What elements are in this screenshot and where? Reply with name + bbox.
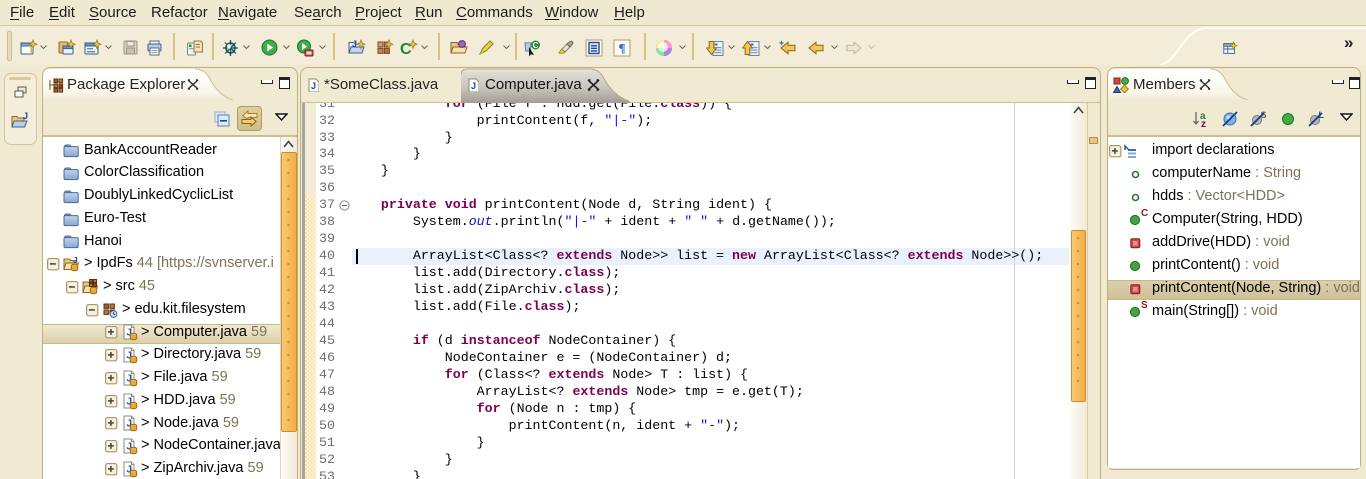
- svg-text:J: J: [352, 39, 357, 49]
- svg-text:J: J: [23, 111, 28, 121]
- svg-text:C: C: [533, 41, 539, 50]
- svg-text:J: J: [73, 256, 78, 265]
- svg-text:J: J: [311, 81, 316, 91]
- svg-text:z: z: [1201, 119, 1206, 128]
- svg-text:J: J: [471, 81, 476, 91]
- svg-text:¶: ¶: [618, 41, 625, 56]
